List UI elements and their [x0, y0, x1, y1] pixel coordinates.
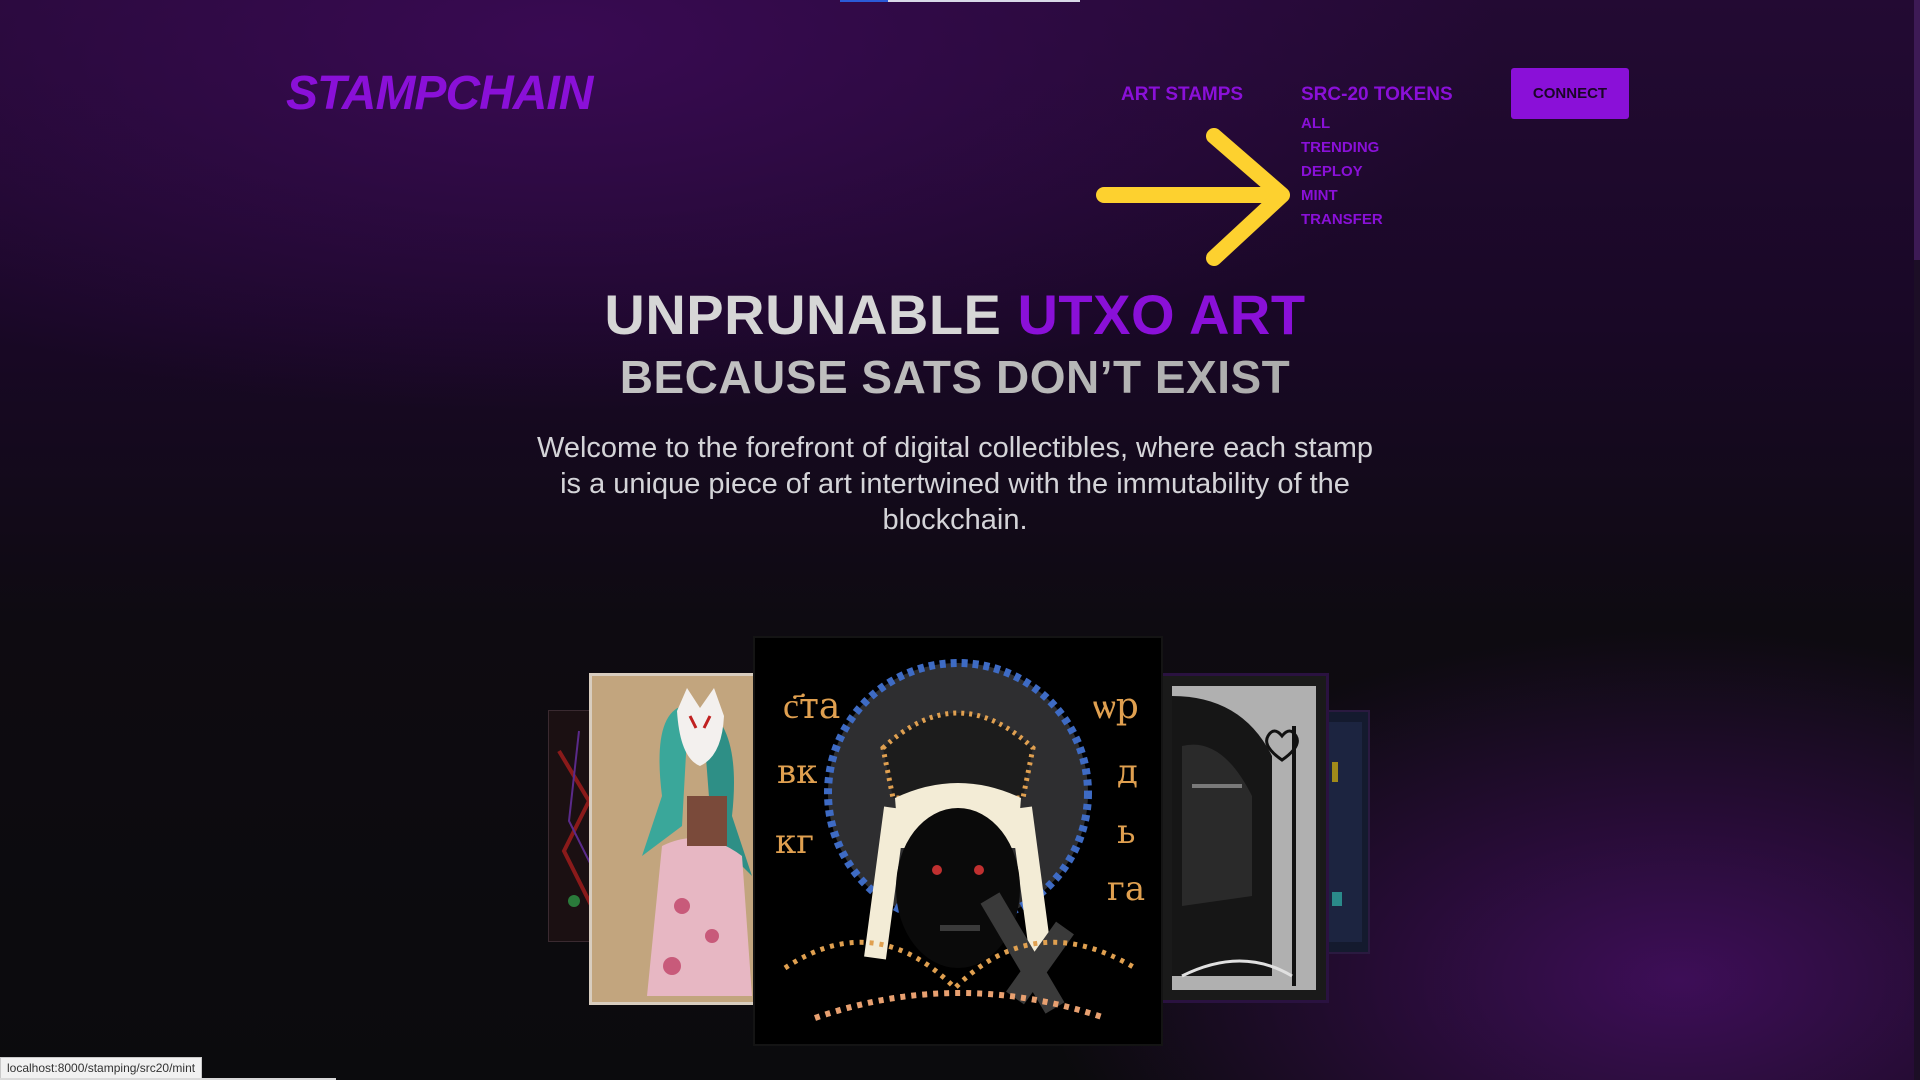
stamp-card-right[interactable]: [1159, 673, 1329, 1003]
link-preview-status-bar: localhost:8000/stamping/src20/mint: [0, 1057, 203, 1080]
hero-subtitle: BECAUSE SATS DON’T EXIST: [0, 350, 1910, 404]
submenu-item-deploy[interactable]: DEPLOY: [1301, 160, 1383, 184]
hero-title-accent: UTXO ART: [1017, 283, 1306, 346]
scrollbar[interactable]: [1914, 0, 1920, 1080]
stamp-card-left[interactable]: [589, 673, 765, 1005]
svg-text:вк: вк: [777, 752, 817, 792]
submenu-item-all[interactable]: ALL: [1301, 112, 1383, 136]
svg-text:с҃та: с҃та: [783, 686, 840, 727]
svg-text:ь: ь: [1117, 812, 1136, 852]
nav-src20-tokens[interactable]: SRC-20 TOKENS: [1301, 84, 1453, 106]
connect-button[interactable]: CONNECT: [1511, 68, 1629, 119]
scrollbar-thumb[interactable]: [1914, 0, 1920, 260]
stamp-art-byzantine-icon: с҃та вк кг ѡр д ь га: [755, 638, 1161, 1044]
svg-text:д: д: [1117, 752, 1138, 792]
hero-title: UNPRUNABLE UTXO ART: [0, 282, 1910, 347]
stamp-art-fox-mask-girl: [592, 676, 762, 1002]
stampchain-logo[interactable]: STAMPCHAIN: [286, 66, 593, 121]
nav-art-stamps[interactable]: ART STAMPS: [1121, 84, 1243, 106]
hero-title-main: UNPRUNABLE: [604, 283, 1018, 346]
svg-text:га: га: [1107, 869, 1145, 909]
page-load-progress: [840, 0, 1080, 2]
stamp-art-hooded-figure: [1162, 676, 1326, 1000]
submenu-item-trending[interactable]: TRENDING: [1301, 136, 1383, 160]
submenu-item-mint[interactable]: MINT: [1301, 184, 1383, 208]
submenu-item-transfer[interactable]: TRANSFER: [1301, 208, 1383, 232]
svg-text:ѡр: ѡр: [1093, 686, 1139, 727]
hero-description: Welcome to the forefront of digital coll…: [536, 432, 1374, 536]
svg-text:кг: кг: [775, 822, 814, 862]
src20-submenu: ALL TRENDING DEPLOY MINT TRANSFER: [1301, 112, 1383, 232]
stamp-card-center[interactable]: с҃та вк кг ѡр д ь га: [753, 636, 1163, 1046]
arrow-right-icon: [1096, 128, 1290, 266]
